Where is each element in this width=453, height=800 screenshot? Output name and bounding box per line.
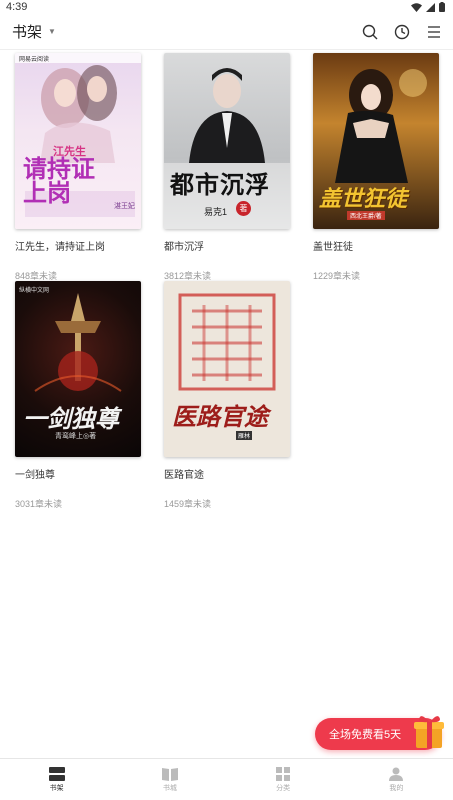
nav-label: 我的 xyxy=(389,784,404,792)
cover-author: 湛王妃 xyxy=(114,203,135,210)
status-time: 4:39 xyxy=(6,1,28,13)
nav-item-bookstore[interactable]: 书城 xyxy=(113,759,226,800)
unread-count: 3031章未读 xyxy=(15,499,63,509)
cover-art xyxy=(164,68,290,229)
cover-author: 雁林 xyxy=(236,431,253,440)
app-header: 书架 ▼ xyxy=(0,14,453,50)
menu-button[interactable] xyxy=(425,23,443,41)
page-title: 书架 xyxy=(12,24,43,41)
nav-label: 书架 xyxy=(49,784,64,792)
wifi-icon xyxy=(411,2,422,12)
user-icon xyxy=(389,767,404,781)
book-item[interactable]: 盖世狂徒 西北王爵/著 盖世狂徒 1229章未读 xyxy=(313,53,439,282)
book-cover[interactable]: 都市沉浮 易克1 著 xyxy=(164,53,290,229)
nav-item-bookshelf[interactable]: 书架 xyxy=(0,759,113,800)
book-title: 盖世狂徒 xyxy=(313,242,353,253)
chevron-down-icon: ▼ xyxy=(48,27,56,36)
status-icons xyxy=(411,2,445,12)
book-open-icon xyxy=(161,767,178,781)
signal-icon xyxy=(426,2,435,12)
book-title: 江先生，请持证上岗 xyxy=(15,242,105,253)
book-item[interactable]: 纵横中文网 一剑独尊 青鸾峰上◎著 一剑独尊 3031章未读 xyxy=(15,281,141,510)
cover-badge: 著 xyxy=(236,201,251,216)
unread-count: 1459章未读 xyxy=(164,499,212,509)
book-item[interactable]: 网易云阅读 江先生 请持证上岗 湛王妃 江先生，请持证上岗 848章未读 xyxy=(15,53,141,282)
history-button[interactable] xyxy=(393,23,411,41)
category-grid-icon xyxy=(276,766,291,781)
cover-publisher: 纵横中文网 xyxy=(19,288,50,294)
bookshelf-icon xyxy=(48,766,65,781)
gift-box-icon xyxy=(414,716,444,748)
cover-title: 一剑独尊 xyxy=(23,404,119,433)
nav-label: 分类 xyxy=(276,784,291,792)
nav-item-profile[interactable]: 我的 xyxy=(340,759,453,800)
book-item[interactable]: 都市沉浮 易克1 著 都市沉浮 3812章未读 xyxy=(164,53,290,282)
book-title: 都市沉浮 xyxy=(164,242,204,253)
clock-icon xyxy=(394,24,410,39)
nav-label: 书城 xyxy=(162,784,177,792)
cover-author: 青鸾峰上◎著 xyxy=(55,433,97,440)
book-title: 一剑独尊 xyxy=(15,470,55,481)
book-cover[interactable]: 网易云阅读 江先生 请持证上岗 湛王妃 xyxy=(15,53,141,229)
cover-author: 西北王爵/著 xyxy=(347,211,385,220)
nav-item-category[interactable]: 分类 xyxy=(227,759,340,800)
book-cover[interactable]: 盖世狂徒 西北王爵/著 xyxy=(313,53,439,229)
cover-title: 医路官途 xyxy=(172,402,268,431)
bookshelf-title-dropdown[interactable]: 书架 ▼ xyxy=(12,21,56,42)
free-promo-button[interactable]: 全场免费看5天 xyxy=(315,716,444,750)
cover-title: 请持证上岗 xyxy=(23,154,95,207)
book-cover[interactable]: 医路官途 雁林 xyxy=(164,281,290,457)
search-button[interactable] xyxy=(361,23,379,41)
book-title: 医路官途 xyxy=(164,470,204,481)
bottom-nav: 书架 书城 分类 我的 xyxy=(0,758,453,800)
book-cover[interactable]: 纵横中文网 一剑独尊 青鸾峰上◎著 xyxy=(15,281,141,457)
menu-icon xyxy=(428,25,440,38)
search-icon xyxy=(362,24,378,39)
cover-title: 盖世狂徒 xyxy=(319,186,408,212)
status-bar: 4:39 xyxy=(0,0,453,14)
unread-count: 1229章未读 xyxy=(313,271,361,281)
cover-publisher: 网易云阅读 xyxy=(19,57,50,63)
cover-title: 都市沉浮 xyxy=(170,170,270,199)
book-item[interactable]: 医路官途 雁林 医路官途 1459章未读 xyxy=(164,281,290,510)
cover-author: 易克1 xyxy=(204,207,228,217)
promo-label: 全场免费看5天 xyxy=(329,729,402,741)
battery-icon xyxy=(439,2,445,12)
